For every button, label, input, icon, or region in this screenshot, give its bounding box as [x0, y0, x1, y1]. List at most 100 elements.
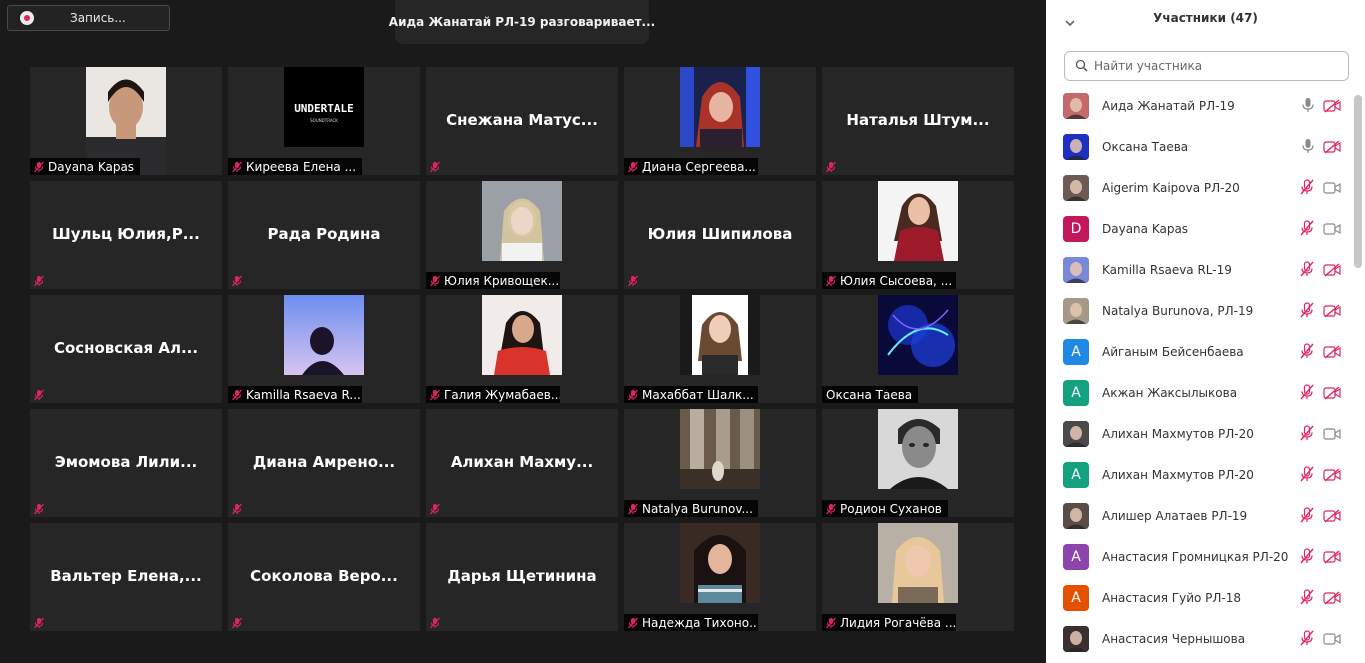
recording-indicator[interactable]: Запись... [7, 5, 170, 31]
mic-muted-icon [1299, 179, 1315, 199]
participant-row[interactable]: Оксана Таева [1046, 126, 1354, 167]
participant-row[interactable]: А Анастасия Гуйо РЛ-18 [1046, 577, 1354, 618]
participant-name: Алихан Махмутов РЛ-20 [1102, 467, 1254, 482]
participant-status-icons [1299, 261, 1344, 279]
tile-name-text: Галия Жумабаев... [444, 387, 560, 402]
video-tile[interactable]: Дарья Щетинина [426, 523, 618, 631]
participant-row[interactable]: А Алихан Махмутов РЛ-20 [1046, 454, 1354, 495]
participant-name: Аида Жанатай РЛ-19 [1102, 98, 1235, 113]
participant-row[interactable]: А Акжан Жаксылыкова [1046, 372, 1354, 413]
video-tile[interactable]: Лидия Рогачёва ... [822, 523, 1014, 631]
participant-row[interactable]: Анастасия Чернышова [1046, 618, 1354, 659]
video-tile[interactable]: Эмомова Лили... [30, 409, 222, 517]
video-tile[interactable]: Dayana Kapas [30, 67, 222, 175]
video-tile[interactable]: Алихан Махму... [426, 409, 618, 517]
video-tile[interactable]: Natalya Burunov... [624, 409, 816, 517]
video-tile[interactable]: Юлия Шипилова [624, 181, 816, 289]
video-tile[interactable]: Наталья Штум... [822, 67, 1014, 175]
participant-name: Dayana Kapas [1102, 221, 1189, 236]
tile-name-label: Галия Жумабаев... [426, 386, 560, 403]
tile-name-text: Диана Сергеева... [642, 159, 756, 174]
video-camera-off-icon [1323, 139, 1341, 158]
mic-muted-icon [1299, 507, 1315, 527]
video-tile[interactable]: Kamilla Rsaeva R... [228, 295, 420, 403]
mic-muted-icon [228, 386, 246, 403]
participant-row[interactable]: Аида Жанатай РЛ-19 [1046, 85, 1354, 126]
mic-muted-icon [1299, 384, 1315, 404]
participant-name: Айганым Бейсенбаева [1102, 344, 1244, 359]
participant-name: Анастасия Чернышова [1102, 631, 1246, 646]
mic-muted-icon [1299, 466, 1315, 486]
tile-name-text: Надежда Тихоно... [642, 615, 758, 630]
participant-status-icons [1299, 548, 1344, 566]
mic-muted-icon [1299, 261, 1315, 281]
mic-muted-icon [1299, 302, 1315, 322]
video-tile[interactable]: Шульц Юлия,Р... [30, 181, 222, 289]
avatar [1063, 625, 1089, 652]
video-tile[interactable]: Снежана Матус... [426, 67, 618, 175]
video-tile[interactable]: Галия Жумабаев... [426, 295, 618, 403]
avatar [1063, 92, 1089, 119]
participant-row[interactable]: Алихан Махмутов РЛ-20 [1046, 413, 1354, 454]
video-camera-off-icon [1323, 385, 1341, 404]
video-tile[interactable]: Юлия Кривощек... [426, 181, 618, 289]
scrollbar[interactable] [1354, 95, 1362, 268]
mic-muted-icon [426, 158, 444, 175]
video-tile[interactable]: Сосновская Ал... [30, 295, 222, 403]
avatar: А [1063, 379, 1089, 406]
video-tile[interactable]: Соколова Веро... [228, 523, 420, 631]
video-tile[interactable]: Диана Сергеева... [624, 67, 816, 175]
tile-name-label: Диана Сергеева... [624, 158, 758, 175]
participants-header: Участники (47) [1046, 0, 1365, 40]
video-tile[interactable]: Рада Родина [228, 181, 420, 289]
mic-muted-icon [426, 500, 444, 517]
tile-display-name: Вальтер Елена,... [50, 567, 202, 585]
participant-row[interactable]: Kamilla Rsaeva RL-19 [1046, 249, 1354, 290]
tile-name-label [30, 614, 54, 631]
participant-status-icons [1299, 343, 1344, 361]
participant-row[interactable]: Natalya Burunova, РЛ-19 [1046, 290, 1354, 331]
video-camera-off-icon [1323, 303, 1341, 322]
participant-row[interactable]: Aigerim Kaipova РЛ-20 [1046, 167, 1354, 208]
tile-name-label [30, 272, 54, 289]
participant-video [680, 67, 760, 147]
video-tile[interactable]: Оксана Таева [822, 295, 1014, 403]
tile-name-text: Natalya Burunov... [642, 501, 753, 516]
tile-name-label [426, 614, 450, 631]
video-camera-off-icon [1323, 262, 1341, 281]
video-tile[interactable]: Махаббат Шалк... [624, 295, 816, 403]
participant-row[interactable]: А Анастасия Громницкая РЛ-20 [1046, 536, 1354, 577]
video-tile[interactable]: Родион Суханов [822, 409, 1014, 517]
participant-video [878, 181, 958, 261]
participant-row[interactable]: А Айганым Бейсенбаева [1046, 331, 1354, 372]
video-tile[interactable]: UNDERTALE SOUNDTRACK Киреева Елена ... [228, 67, 420, 175]
mic-muted-icon [1299, 589, 1315, 609]
participant-row[interactable]: Алишер Алатаев РЛ-19 [1046, 495, 1354, 536]
mic-muted-icon [624, 386, 642, 403]
mic-muted-icon [822, 272, 840, 289]
search-input[interactable] [1094, 59, 1334, 73]
video-grid: Dayana Kapas UNDERTALE SOUNDTRACK Киреева Е… [30, 67, 1014, 631]
mic-icon [1301, 97, 1315, 117]
participant-search[interactable] [1064, 51, 1349, 81]
tile-display-name: Алихан Махму... [450, 453, 594, 471]
avatar-initial: А [1071, 466, 1081, 483]
avatar-initial: D [1070, 220, 1082, 237]
participant-status-icons [1299, 138, 1344, 156]
video-tile[interactable]: Надежда Тихоно... [624, 523, 816, 631]
participant-video [878, 523, 958, 603]
video-tile[interactable]: Юлия Сысоева, ... [822, 181, 1014, 289]
mic-muted-icon [1299, 343, 1315, 363]
participant-row[interactable]: D Dayana Kapas [1046, 208, 1354, 249]
tile-name-label: Юлия Сысоева, ... [822, 272, 956, 289]
avatar: D [1063, 215, 1089, 242]
video-tile[interactable]: Вальтер Елена,... [30, 523, 222, 631]
avatar-initial: А [1071, 548, 1081, 565]
tile-name-text: Махаббат Шалк... [642, 387, 754, 402]
mic-muted-icon [1299, 220, 1315, 240]
mic-muted-icon [30, 158, 48, 175]
mic-muted-icon [426, 614, 444, 631]
video-tile[interactable]: Диана Амрено... [228, 409, 420, 517]
tile-display-name: Эмомова Лили... [54, 453, 198, 471]
tile-display-name: Юлия Шипилова [647, 225, 793, 243]
